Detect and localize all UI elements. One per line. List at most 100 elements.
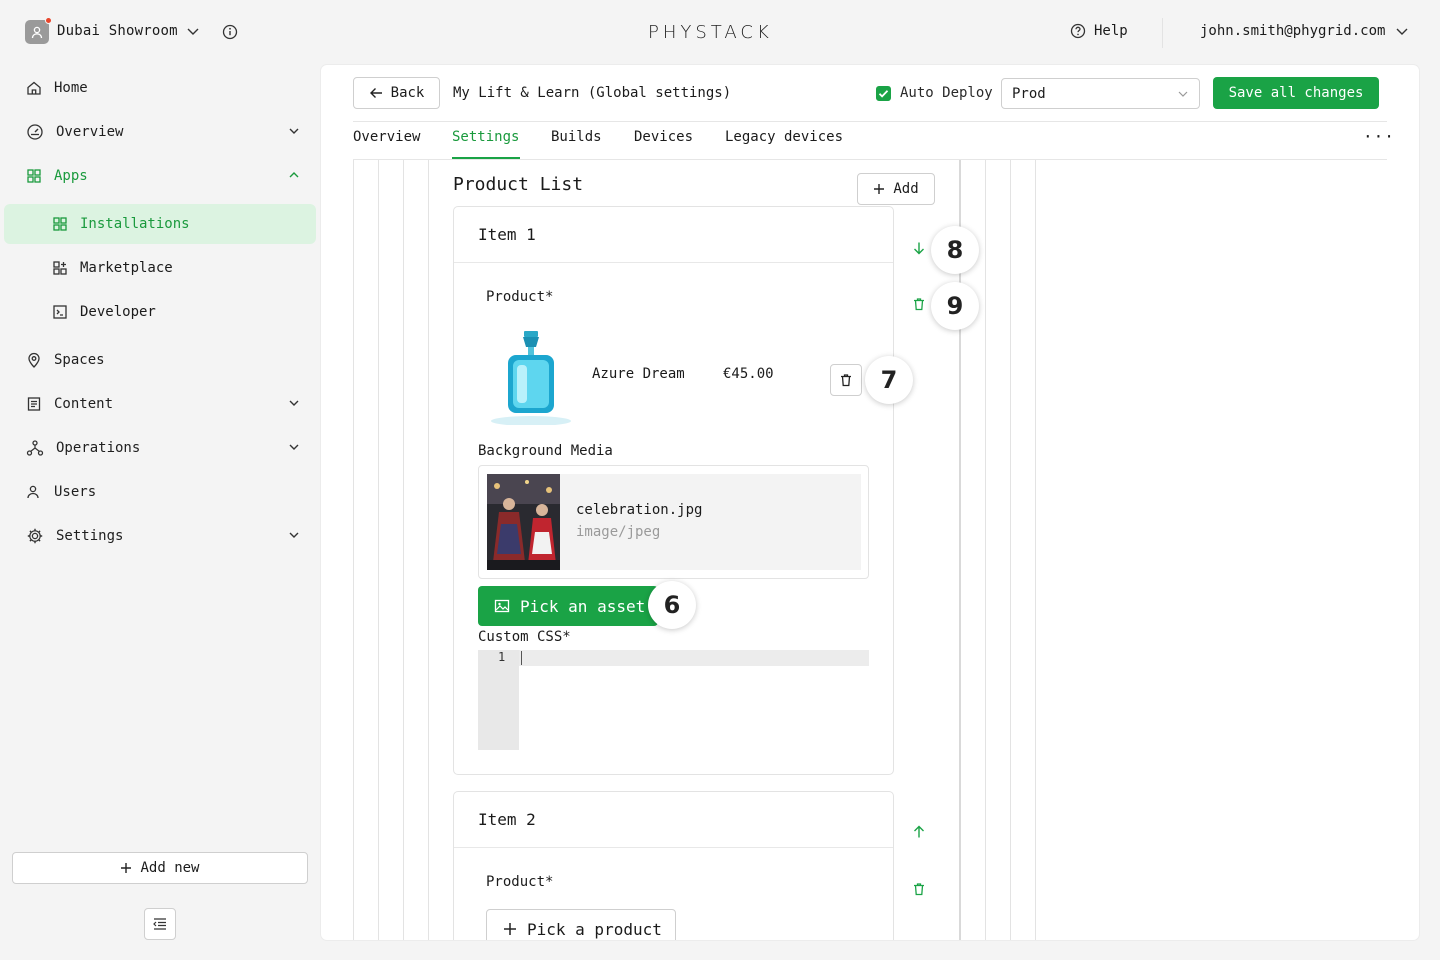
workspace-avatar[interactable] — [25, 17, 52, 44]
header-divider — [1162, 18, 1163, 48]
sidebar-item-label: Users — [54, 484, 97, 500]
user-menu[interactable]: john.smith@phygrid.com — [1200, 23, 1409, 39]
media-filename: celebration.jpg — [576, 502, 703, 518]
check-icon — [878, 90, 889, 98]
trash-icon — [841, 374, 851, 387]
gauge-icon — [27, 124, 43, 140]
back-button[interactable]: Back — [353, 77, 440, 109]
sidebar-item-overview[interactable]: Overview — [26, 112, 316, 152]
annotation-badge: 9 — [931, 282, 979, 330]
plus-icon — [504, 923, 516, 935]
sidebar-item-home[interactable]: Home — [26, 68, 316, 108]
help-link[interactable]: Help — [1070, 23, 1128, 39]
tab-legacy-devices[interactable]: Legacy devices — [725, 129, 843, 159]
grid-icon — [27, 169, 41, 183]
pick-product-label: Pick a product — [527, 919, 662, 939]
info-icon[interactable] — [222, 24, 238, 40]
nesting-line — [1010, 160, 1011, 940]
sidebar-item-label: Content — [54, 396, 114, 412]
item-title: Item 1 — [454, 207, 893, 263]
nesting-line — [959, 160, 961, 940]
save-all-changes-button[interactable]: Save all changes — [1213, 77, 1379, 109]
tab-devices[interactable]: Devices — [634, 129, 693, 159]
header-divider — [353, 121, 1387, 122]
line-number: 1 — [498, 650, 506, 664]
add-new-button[interactable]: Add new — [12, 852, 308, 884]
trash-icon[interactable] — [912, 882, 926, 896]
tabs-divider — [353, 159, 1387, 160]
tab-settings[interactable]: Settings — [452, 129, 519, 159]
user-email: john.smith@phygrid.com — [1200, 23, 1386, 39]
sidebar-item-spaces[interactable]: Spaces — [26, 340, 316, 380]
nesting-line — [378, 160, 379, 940]
notification-dot — [45, 17, 52, 24]
trash-icon[interactable] — [912, 297, 926, 311]
product-item-card: Item 2 Product* Pick a product — [453, 791, 894, 940]
chevron-down-icon — [1396, 28, 1408, 35]
sidebar-item-label: Home — [54, 80, 88, 96]
workspace-name[interactable]: Dubai Showroom — [57, 23, 178, 39]
brand-logo: PHYSTACK — [648, 22, 773, 43]
plus-icon — [874, 184, 885, 194]
background-media-label: Background Media — [478, 443, 613, 459]
move-up-icon[interactable] — [912, 825, 926, 839]
sidebar-item-settings[interactable]: Settings — [26, 516, 316, 556]
network-icon — [26, 440, 44, 456]
media-type: image/jpeg — [576, 524, 661, 540]
image-icon — [494, 599, 510, 613]
sidebar-item-marketplace[interactable]: Marketplace — [52, 248, 173, 288]
environment-select[interactable]: Prod — [1001, 78, 1200, 109]
editor-gutter — [478, 650, 519, 750]
sidebar-item-label: Installations — [80, 216, 190, 232]
add-label: Add — [893, 181, 919, 197]
nesting-line — [1035, 160, 1036, 940]
media-preview: celebration.jpg image/jpeg — [478, 465, 869, 579]
add-item-button[interactable]: Add — [857, 173, 935, 205]
item-title: Item 2 — [454, 792, 893, 848]
chevron-down-icon — [289, 400, 299, 406]
chevron-down-icon — [289, 444, 299, 450]
more-options-icon[interactable]: ··· — [1363, 127, 1395, 146]
chevron-down-icon — [289, 128, 299, 134]
sidebar-item-installations[interactable]: Installations — [52, 204, 190, 244]
back-label: Back — [390, 85, 425, 101]
pick-asset-button[interactable]: Pick an asset — [478, 586, 658, 626]
sidebar-item-label: Operations — [56, 440, 141, 456]
help-label: Help — [1094, 23, 1128, 39]
product-list-title: Product List — [453, 174, 584, 195]
collapse-sidebar-button[interactable] — [144, 908, 176, 940]
move-down-icon[interactable] — [912, 241, 926, 255]
gear-icon — [27, 528, 43, 544]
sidebar-item-apps[interactable]: Apps — [26, 156, 316, 196]
auto-deploy-checkbox[interactable] — [876, 86, 891, 101]
pick-asset-label: Pick an asset — [520, 596, 646, 616]
sidebar-item-users[interactable]: Users — [26, 472, 316, 512]
sidebar-item-operations[interactable]: Operations — [26, 428, 316, 468]
remove-product-button[interactable] — [830, 364, 862, 396]
sidebar-item-content[interactable]: Content — [26, 384, 316, 424]
location-pin-icon — [28, 352, 40, 368]
product-label: Product* — [486, 874, 554, 890]
chevron-down-icon — [1178, 91, 1188, 97]
tab-overview[interactable]: Overview — [353, 129, 420, 159]
grid-icon — [53, 217, 67, 231]
sidebar-item-label: Spaces — [54, 352, 105, 368]
annotation-badge: 8 — [931, 226, 979, 274]
custom-css-label: Custom CSS* — [478, 629, 571, 645]
users-icon — [27, 485, 39, 499]
tab-builds[interactable]: Builds — [551, 129, 602, 159]
nesting-line — [403, 160, 404, 940]
chevron-down-icon — [289, 532, 299, 538]
main-panel: Back My Lift & Learn (Global settings) A… — [321, 65, 1419, 940]
annotation-badge: 7 — [865, 356, 913, 404]
page-title: My Lift & Learn (Global settings) — [453, 85, 732, 101]
product-item-card: Item 1 Product* Azure Dream €45.00 Backg… — [453, 206, 894, 775]
sidebar-item-developer[interactable]: Developer — [52, 292, 156, 332]
sidebar-item-label: Marketplace — [80, 260, 173, 276]
chevron-down-icon[interactable] — [186, 24, 200, 38]
custom-css-editor[interactable]: 1 — [478, 650, 869, 750]
plus-icon — [121, 863, 132, 873]
nesting-line — [985, 160, 986, 940]
pick-product-button[interactable]: Pick a product — [486, 909, 676, 940]
sidebar-item-label: Settings — [56, 528, 124, 544]
